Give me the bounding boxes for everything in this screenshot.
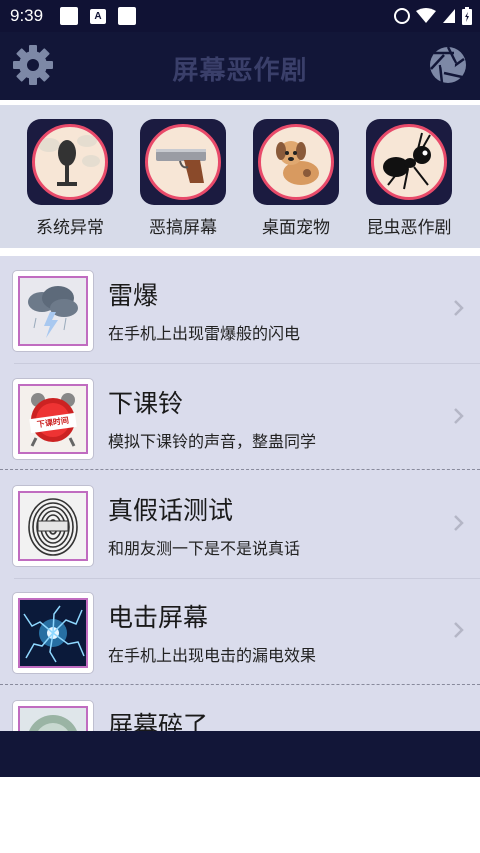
dog-icon [276, 141, 319, 185]
list-item[interactable]: 真假话测试 和朋友测一下是不是说真话 [0, 471, 480, 578]
item-title: 下课铃 [108, 389, 184, 418]
dnd-circle-icon [394, 8, 410, 24]
divider [0, 469, 480, 470]
thunder-cloud-icon [28, 286, 78, 338]
signal-icon [443, 9, 455, 23]
battery-icon [462, 7, 472, 25]
status-time: 9:39 [10, 6, 44, 25]
microphone-icon [38, 135, 100, 186]
category-label: 恶搞屏幕 [149, 218, 217, 238]
notification-square-icon [60, 7, 78, 25]
category-desktop-pet[interactable]: 桌面宠物 [246, 119, 346, 238]
chevron-right-icon [454, 300, 464, 316]
list-item[interactable]: 屏幕碎了 [0, 686, 480, 731]
list-item[interactable]: 雷爆 在手机上出现雷爆般的闪电 [0, 256, 480, 363]
fingerprint-icon [28, 498, 78, 556]
list-item[interactable]: 电击屏幕 在手机上出现电击的漏电效果 [0, 578, 480, 685]
status-icons [394, 7, 472, 25]
shutter-button[interactable] [428, 45, 468, 85]
item-thumbnail [12, 700, 94, 731]
divider [0, 684, 480, 685]
item-title: 电击屏幕 [108, 603, 209, 632]
item-thumbnail: 下课时间 [12, 378, 94, 460]
app-screen: 9:39 A 屏幕恶作剧 系统异常 恶搞屏幕 桌面宠物 昆虫恶作剧 雷爆 在手机… [0, 0, 480, 853]
item-subtitle: 在手机上出现雷爆般的闪电 [108, 324, 301, 343]
category-prank-screen[interactable]: 恶搞屏幕 [133, 119, 233, 238]
chevron-right-icon [454, 515, 464, 531]
category-label: 昆虫恶作剧 [366, 218, 452, 238]
item-thumbnail [12, 485, 94, 567]
item-subtitle: 模拟下课铃的声音，整蛊同学 [108, 432, 317, 451]
bottom-blank-area [0, 777, 480, 853]
category-tile [253, 119, 339, 205]
item-title: 雷爆 [108, 281, 159, 310]
category-label: 系统异常 [36, 218, 104, 238]
ant-icon [383, 132, 431, 190]
item-subtitle: 和朋友测一下是不是说真话 [108, 539, 301, 558]
wifi-icon [416, 8, 436, 23]
item-title: 真假话测试 [108, 496, 234, 525]
electric-shock-icon [23, 605, 85, 663]
list-item[interactable]: 下课时间 下课铃 模拟下课铃的声音，整蛊同学 [0, 364, 480, 471]
category-strip: 系统异常 恶搞屏幕 桌面宠物 昆虫恶作剧 [0, 105, 480, 248]
item-title: 屏幕碎了 [108, 711, 209, 731]
item-thumbnail [12, 270, 94, 352]
category-tile [140, 119, 226, 205]
app-header: 屏幕恶作剧 [0, 32, 480, 100]
category-tile [27, 119, 113, 205]
prank-list: 雷爆 在手机上出现雷爆般的闪电 下课时间 下课铃 模拟下课铃的声音，整蛊同学 真… [0, 256, 480, 731]
item-thumbnail [12, 592, 94, 674]
notification-square-icon [118, 7, 136, 25]
category-system-error[interactable]: 系统异常 [20, 119, 120, 238]
chevron-right-icon [454, 408, 464, 424]
category-tile [366, 119, 452, 205]
notification-a-icon: A [90, 9, 106, 24]
category-insect-prank[interactable]: 昆虫恶作剧 [359, 119, 459, 238]
category-label: 桌面宠物 [262, 218, 330, 238]
page-title: 屏幕恶作剧 [172, 56, 308, 86]
pistol-icon [156, 149, 206, 183]
bottom-bar [0, 731, 480, 777]
camera-shutter-icon [430, 46, 466, 84]
chevron-right-icon [454, 622, 464, 638]
status-bar: 9:39 A [0, 0, 480, 32]
broken-screen-icon [29, 715, 77, 731]
item-subtitle: 在手机上出现电击的漏电效果 [108, 646, 317, 665]
